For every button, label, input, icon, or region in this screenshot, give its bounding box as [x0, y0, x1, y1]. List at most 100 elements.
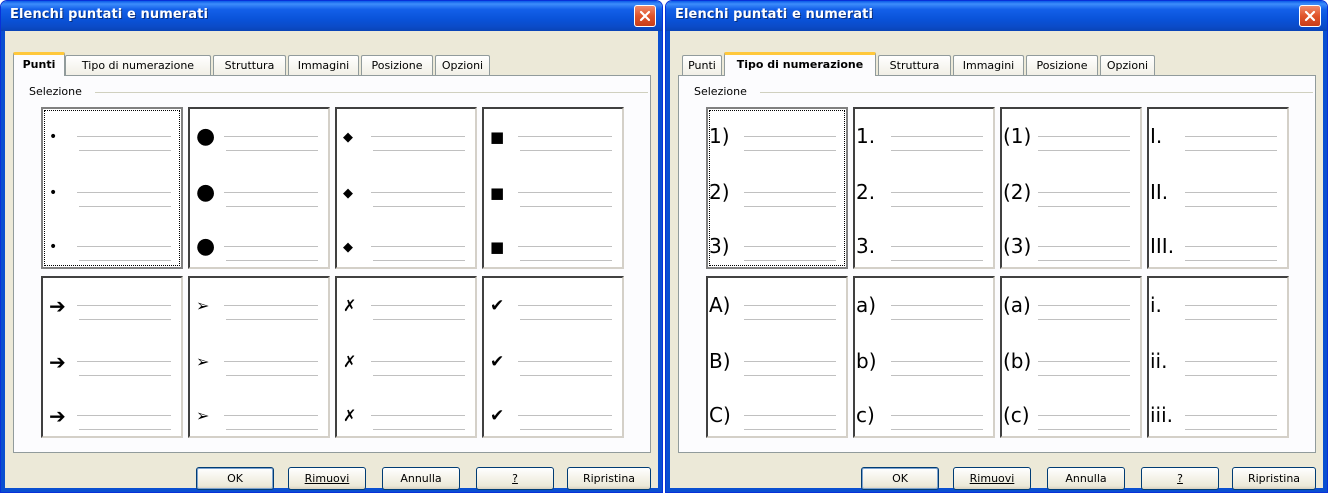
- preview-line: [371, 305, 465, 306]
- selection-cell[interactable]: • • •: [41, 107, 183, 269]
- preview-line: [79, 260, 171, 261]
- list-item-preview: 2): [708, 182, 846, 213]
- preview-line: [371, 136, 465, 137]
- preview-line: [518, 415, 612, 416]
- list-item-preview: •: [43, 237, 181, 267]
- number-label: (2): [1003, 180, 1032, 204]
- tab-outline[interactable]: Struttura: [878, 55, 951, 75]
- bullet-glyph: ●: [196, 180, 216, 205]
- selection-cell[interactable]: i. ii. iii.: [1147, 276, 1289, 438]
- selection-cell[interactable]: ✗ ✗ ✗: [335, 276, 477, 438]
- preview-line: [744, 415, 836, 416]
- ok-button[interactable]: OK: [861, 467, 939, 490]
- list-item-preview: ●: [190, 126, 328, 157]
- bullet-glyph: •: [49, 129, 58, 145]
- tab-position[interactable]: Posizione: [1026, 55, 1098, 75]
- help-button[interactable]: ?: [1141, 467, 1219, 490]
- selection-cell[interactable]: 1. 2. 3.: [853, 107, 995, 269]
- preview-line: [520, 319, 612, 320]
- preview-line: [744, 319, 836, 320]
- number-label: c): [856, 403, 875, 427]
- ok-button[interactable]: OK: [196, 467, 274, 490]
- list-item-preview: ■: [484, 237, 622, 267]
- preview-line: [891, 192, 983, 193]
- preview-line: [520, 260, 612, 261]
- list-item-preview: ➔: [43, 296, 181, 326]
- group-separator: [95, 92, 648, 93]
- list-item-preview: (a): [1002, 295, 1140, 326]
- close-icon: [1304, 10, 1316, 22]
- close-button[interactable]: [1299, 5, 1321, 27]
- selection-cell[interactable]: (1) (2) (3): [1000, 107, 1142, 269]
- cancel-button[interactable]: Annulla: [382, 467, 460, 490]
- preview-line: [891, 150, 983, 151]
- preview-line: [518, 136, 612, 137]
- list-item-preview: 3.: [855, 236, 993, 267]
- tab-options[interactable]: Opzioni: [1100, 55, 1155, 75]
- preview-line: [373, 375, 465, 376]
- tab-numbering[interactable]: Tipo di numerazione: [724, 52, 876, 76]
- tab-label: Immagini: [962, 59, 1015, 72]
- tab-label: Opzioni: [441, 59, 484, 72]
- preview-line: [518, 192, 612, 193]
- preview-line: [744, 305, 836, 306]
- selection-cell[interactable]: ✔ ✔ ✔: [482, 276, 624, 438]
- selection-cell[interactable]: I. II. III.: [1147, 107, 1289, 269]
- selection-cell[interactable]: ■ ■ ■: [482, 107, 624, 269]
- help-button[interactable]: ?: [476, 467, 554, 490]
- list-item-preview: ii.: [1149, 349, 1287, 382]
- preview-line: [1185, 150, 1277, 151]
- list-item-preview: ■: [484, 127, 622, 157]
- dialog-title: Elenchi puntati e numerati: [675, 7, 874, 22]
- selection-cell[interactable]: 1) 2) 3): [706, 107, 848, 269]
- preview-line: [1185, 260, 1277, 261]
- number-label: iii.: [1150, 403, 1174, 427]
- preview-line: [744, 136, 836, 137]
- tab-outline[interactable]: Struttura: [213, 55, 286, 75]
- selection-cell[interactable]: ➢ ➢ ➢: [188, 276, 330, 438]
- preview-line: [1038, 150, 1130, 151]
- selection-cell[interactable]: ➔ ➔ ➔: [41, 276, 183, 438]
- list-item-preview: I.: [1149, 126, 1287, 157]
- bullet-glyph: ■: [490, 183, 505, 202]
- selection-cell[interactable]: ● ● ●: [188, 107, 330, 269]
- cancel-button[interactable]: Annulla: [1047, 467, 1125, 490]
- list-item-preview: ➢: [190, 406, 328, 436]
- number-label: (3): [1003, 234, 1032, 258]
- bullet-glyph: ➔: [49, 350, 66, 374]
- preview-line: [1038, 192, 1130, 193]
- list-item-preview: ✗: [337, 406, 475, 436]
- preview-line: [891, 246, 983, 247]
- number-label: ii.: [1150, 349, 1168, 373]
- tab-position[interactable]: Posizione: [361, 55, 433, 75]
- preview-line: [1038, 305, 1130, 306]
- list-item-preview: ◆: [337, 237, 475, 267]
- remove-button[interactable]: Rimuovi: [953, 467, 1031, 490]
- preview-line: [224, 415, 318, 416]
- tab-label: Punti: [22, 58, 56, 71]
- selection-cell[interactable]: ◆ ◆ ◆: [335, 107, 477, 269]
- tab-label: Tipo di numerazione: [81, 59, 195, 72]
- tab-images[interactable]: Immagini: [953, 55, 1024, 75]
- bullet-glyph: ■: [490, 127, 505, 146]
- tab-options[interactable]: Opzioni: [435, 55, 490, 75]
- tab-bullets[interactable]: Punti: [682, 55, 722, 75]
- title-bar[interactable]: Elenchi puntati e numerati: [666, 1, 1327, 31]
- title-bar[interactable]: Elenchi puntati e numerati: [1, 1, 662, 31]
- list-item-preview: ●: [190, 236, 328, 267]
- close-button[interactable]: [634, 5, 656, 27]
- tab-numbering[interactable]: Tipo di numerazione: [65, 55, 211, 75]
- preview-line: [77, 361, 171, 362]
- preview-line: [518, 246, 612, 247]
- selection-cell[interactable]: A) B) C): [706, 276, 848, 438]
- preview-line: [744, 375, 836, 376]
- selection-cell[interactable]: (a) (b) (c): [1000, 276, 1142, 438]
- reset-button[interactable]: Ripristina: [567, 467, 651, 490]
- preview-line: [1038, 429, 1130, 430]
- tab-images[interactable]: Immagini: [288, 55, 359, 75]
- selection-cell[interactable]: a) b) c): [853, 276, 995, 438]
- remove-button[interactable]: Rimuovi: [288, 467, 366, 490]
- preview-line: [224, 246, 318, 247]
- reset-button[interactable]: Ripristina: [1232, 467, 1316, 490]
- tab-bullets[interactable]: Punti: [13, 52, 65, 76]
